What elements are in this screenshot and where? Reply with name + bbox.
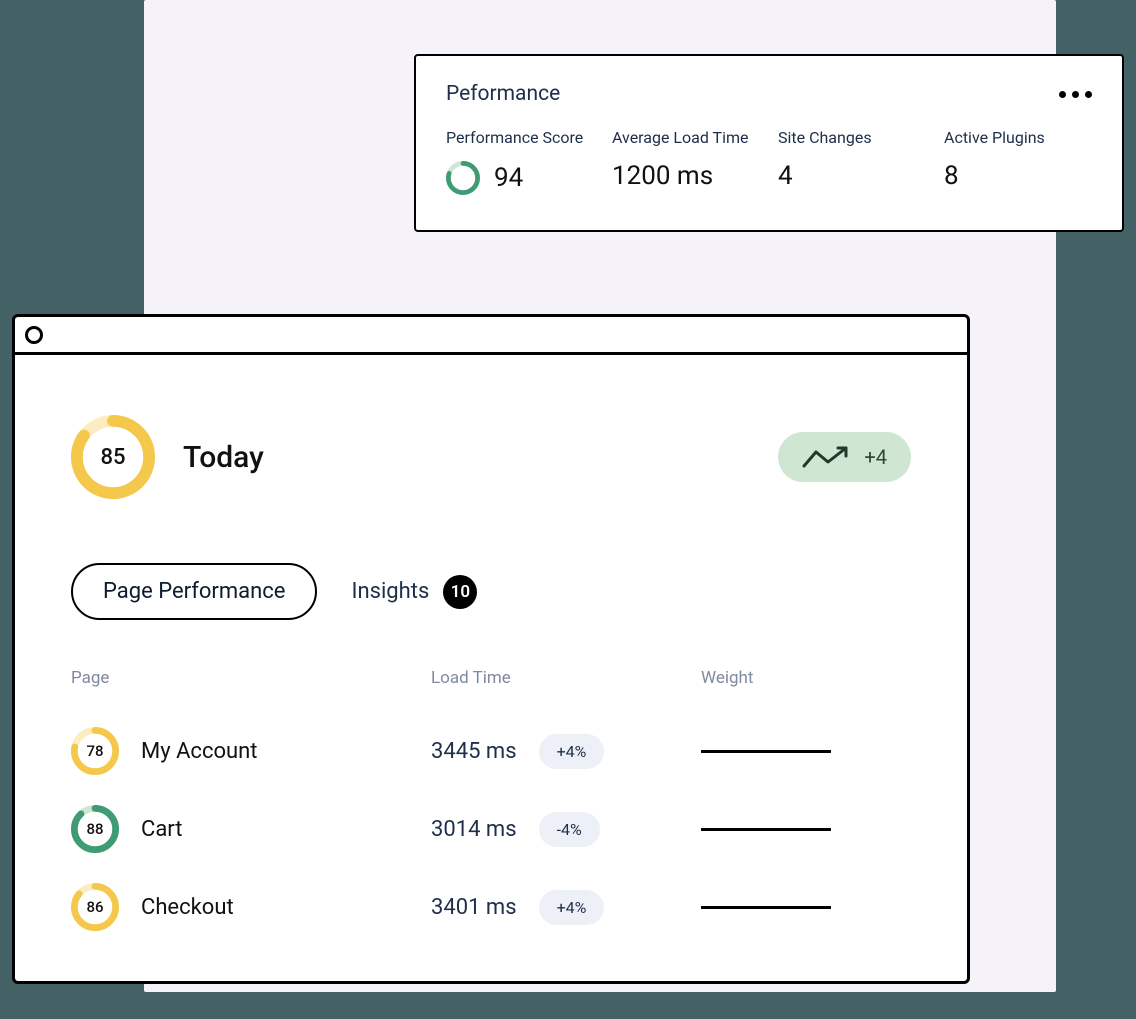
column-header-weight: Weight bbox=[701, 668, 911, 688]
table-row[interactable]: 86 Checkout 3401 ms +4% bbox=[71, 868, 911, 946]
stat-value: 1200 ms bbox=[612, 161, 752, 191]
row-load-time: 3401 ms bbox=[431, 895, 517, 920]
stat-performance-score: Performance Score 94 bbox=[446, 128, 586, 195]
stat-label: Average Load Time bbox=[612, 128, 752, 147]
column-header-page: Page bbox=[71, 668, 431, 688]
today-score-value: 85 bbox=[71, 415, 155, 499]
row-score-value: 88 bbox=[71, 805, 119, 853]
row-score-ring: 88 bbox=[71, 805, 119, 853]
trend-pill[interactable]: +4 bbox=[778, 432, 911, 482]
row-score-value: 78 bbox=[71, 727, 119, 775]
column-header-load-time: Load Time bbox=[431, 668, 701, 688]
today-score-ring: 85 bbox=[71, 415, 155, 499]
row-score-ring: 78 bbox=[71, 727, 119, 775]
trend-delta-value: +4 bbox=[864, 445, 887, 469]
row-delta-pill: -4% bbox=[539, 812, 600, 847]
row-score-value: 86 bbox=[71, 883, 119, 931]
table-row[interactable]: 88 Cart 3014 ms -4% bbox=[71, 790, 911, 868]
performance-card: Peformance Performance Score 94 Average … bbox=[414, 54, 1124, 232]
trend-up-icon bbox=[802, 444, 852, 470]
window-control-icon[interactable] bbox=[25, 326, 43, 344]
row-load-time: 3445 ms bbox=[431, 739, 517, 764]
main-window: 85 Today +4 Page Performance Insights 10 bbox=[12, 314, 970, 984]
stat-label: Site Changes bbox=[778, 128, 918, 147]
insights-count-badge: 10 bbox=[443, 575, 477, 609]
row-load-time: 3014 ms bbox=[431, 817, 517, 842]
stat-value: 4 bbox=[778, 161, 918, 191]
tab-insights[interactable]: Insights 10 bbox=[351, 575, 477, 609]
stat-active-plugins: Active Plugins 8 bbox=[944, 128, 1084, 195]
page-performance-table: Page Load Time Weight 78 My Account 3445 m… bbox=[71, 668, 911, 946]
row-weight-sparkline bbox=[701, 906, 831, 909]
row-page-name: Checkout bbox=[141, 895, 234, 920]
stat-average-load-time: Average Load Time 1200 ms bbox=[612, 128, 752, 195]
row-delta-pill: +4% bbox=[539, 734, 605, 769]
performance-card-title: Peformance bbox=[446, 82, 560, 106]
score-ring-icon bbox=[446, 161, 480, 195]
stat-value: 8 bbox=[944, 161, 1084, 191]
row-score-ring: 86 bbox=[71, 883, 119, 931]
today-label: Today bbox=[183, 440, 264, 475]
window-titlebar bbox=[15, 317, 967, 355]
stat-site-changes: Site Changes 4 bbox=[778, 128, 918, 195]
row-weight-sparkline bbox=[701, 750, 831, 753]
row-delta-pill: +4% bbox=[539, 890, 605, 925]
table-row[interactable]: 78 My Account 3445 ms +4% bbox=[71, 712, 911, 790]
row-page-name: My Account bbox=[141, 739, 257, 764]
tab-insights-label: Insights bbox=[351, 579, 429, 604]
row-page-name: Cart bbox=[141, 817, 182, 842]
stat-value: 94 bbox=[494, 163, 523, 193]
row-weight-sparkline bbox=[701, 828, 831, 831]
tab-page-performance[interactable]: Page Performance bbox=[71, 563, 317, 620]
stat-label: Performance Score bbox=[446, 128, 586, 147]
more-menu-icon[interactable] bbox=[1059, 91, 1092, 98]
stat-label: Active Plugins bbox=[944, 128, 1084, 147]
